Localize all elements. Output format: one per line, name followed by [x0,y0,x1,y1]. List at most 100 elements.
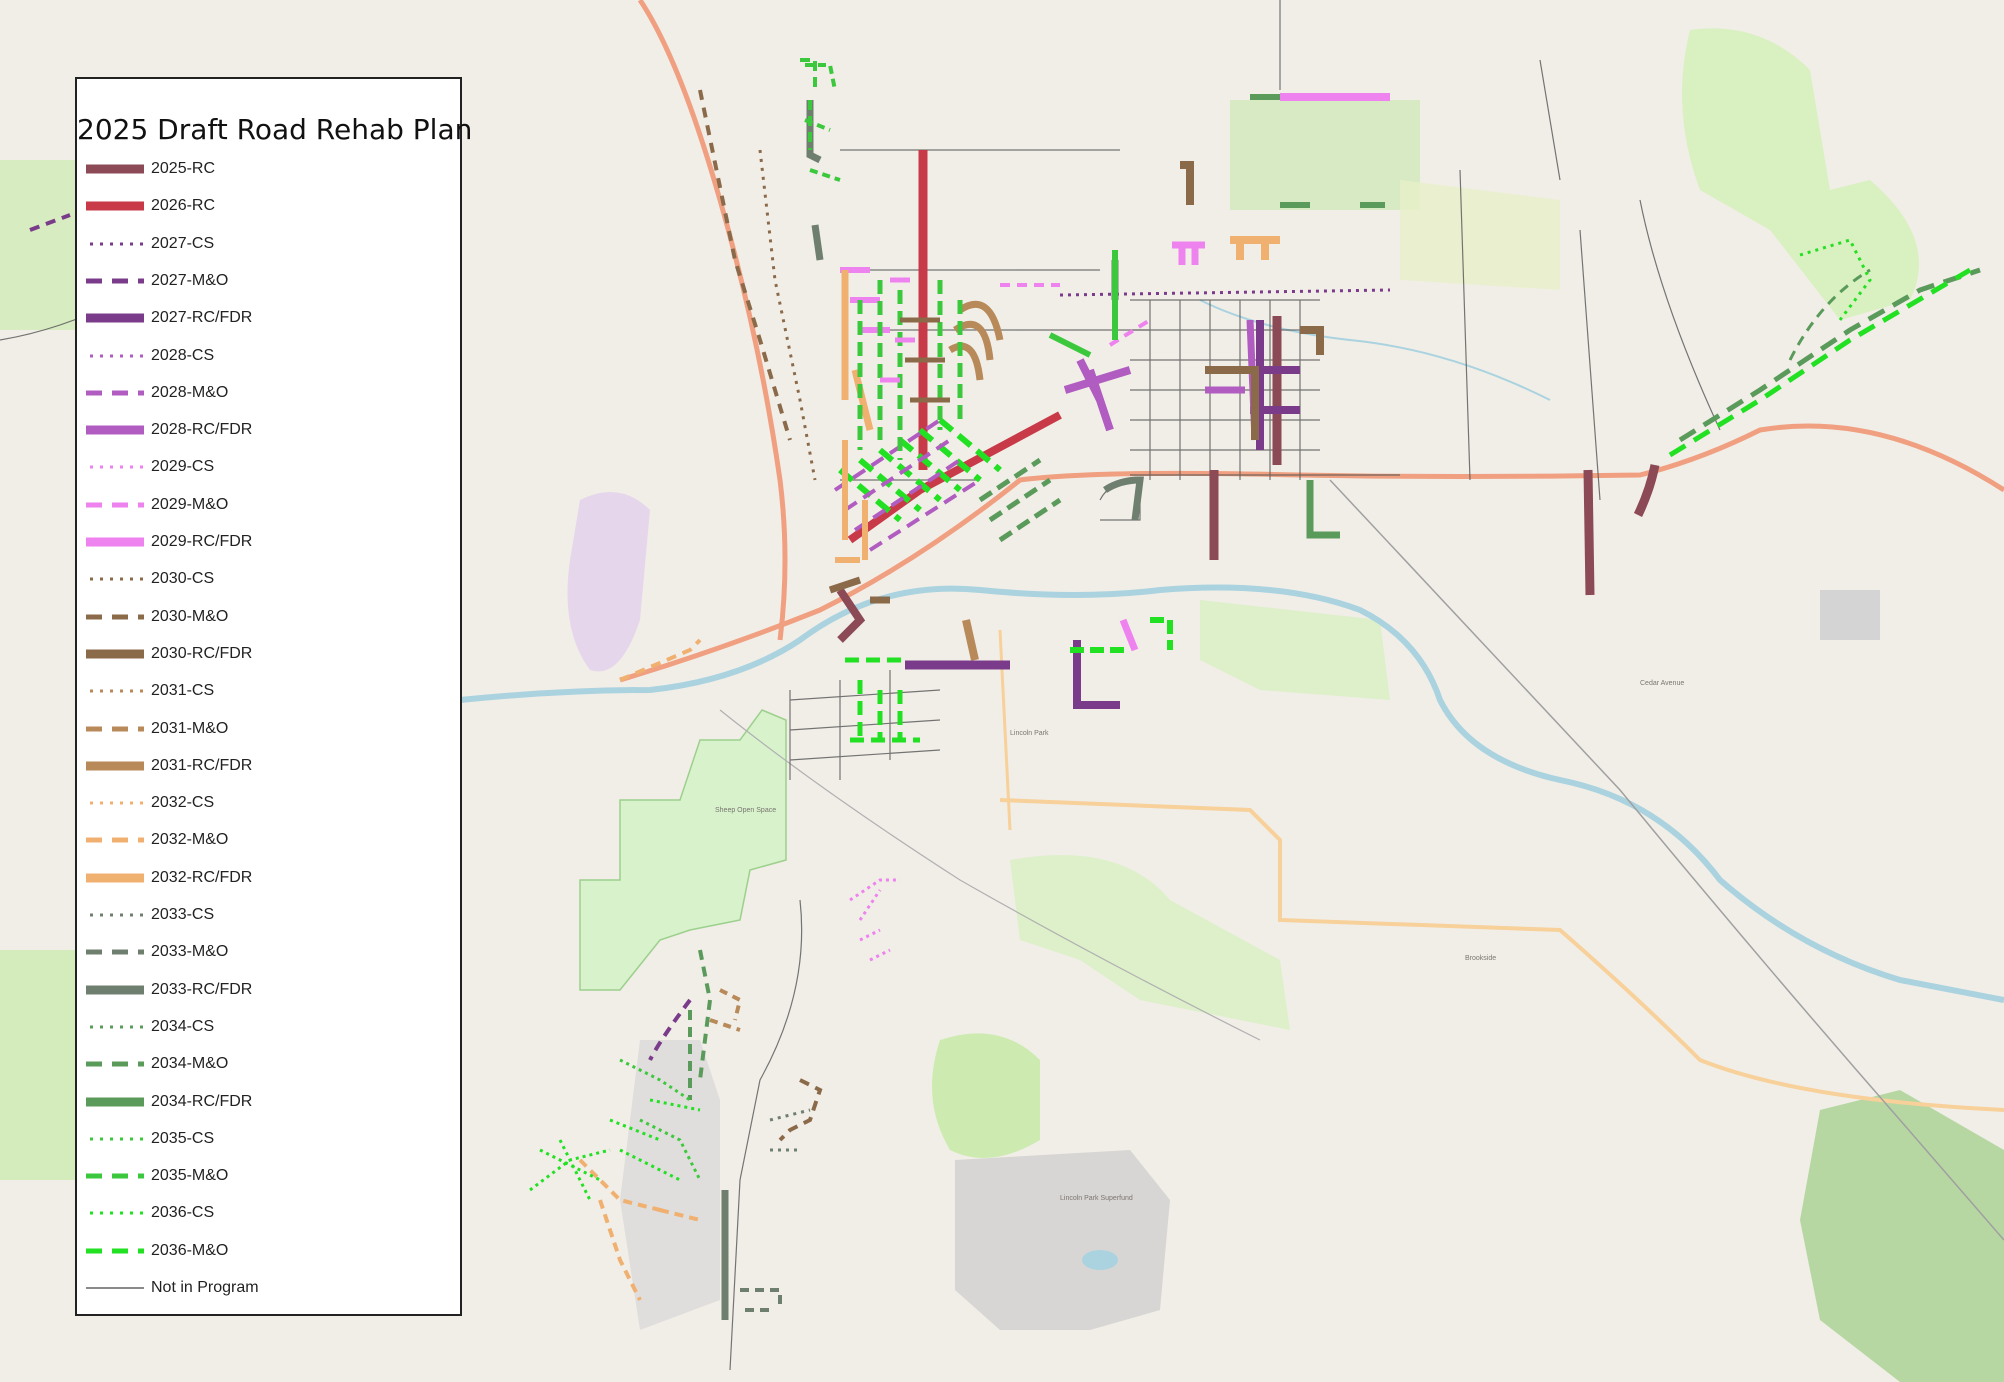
legend-label: 2031-RC/FDR [151,756,253,774]
map-label: Lincoln Park [1010,730,1049,737]
legend-item: 2030-RC/FDR [77,640,460,668]
legend-swatch [90,913,144,917]
segment-2025-rc[interactable] [1583,469,1595,596]
legend-label: 2027-CS [151,234,215,252]
legend-swatch [86,390,144,396]
map-label: Cedar Avenue [1640,680,1684,687]
segment-2031-mo[interactable] [709,988,743,1032]
legend-item: 2029-RC/FDR [77,528,460,556]
legend-label: 2034-M&O [151,1055,229,1073]
downtown-grid-lime-3[interactable] [804,63,841,182]
legend-label: 2029-CS [151,458,215,476]
legend-item: 2027-RC/FDR [77,304,460,332]
legend-swatch [86,726,144,731]
highway-north-south [637,0,788,641]
downtown-grid-lime-2[interactable] [845,657,920,743]
map-label: Brookside [1465,955,1496,962]
map-label: Sheep Open Space [715,807,776,814]
legend-item: 2028-RC/FDR [77,416,460,444]
legend-label: Not in Program [151,1279,259,1296]
legend-item: 2028-M&O [77,379,460,407]
park-area-northwest [0,160,75,330]
legend-label: 2027-RC/FDR [151,309,253,327]
legend-item: 2030-CS [77,565,460,593]
legend-item: 2031-M&O [77,715,460,743]
segment-2035-mo[interactable] [1048,250,1118,358]
legend-item: 2036-M&O [77,1237,460,1265]
legend-item: 2035-CS [77,1125,460,1153]
legend-label: 2032-M&O [151,831,229,849]
legend-swatch [90,689,144,693]
legend-swatch [86,1287,144,1289]
segment-2030-rcfdr[interactable] [1300,326,1324,355]
segment-2030-mo[interactable] [778,1078,823,1142]
segment-2029-mo[interactable] [1000,283,1152,347]
street-line [789,670,891,780]
segment-2030-mo[interactable] [698,89,792,441]
legend-label: 2034-CS [151,1017,215,1035]
legend-label: 2036-M&O [151,1241,229,1259]
legend-item: Not in Program [77,1274,460,1302]
legend-item: 2031-CS [77,677,460,705]
park-area-northeast [1682,28,1919,320]
legend-swatch [86,1173,144,1179]
segment-2029-rcfdr[interactable] [1172,241,1205,265]
legend-label: 2030-RC/FDR [151,644,253,662]
segment-2032-rcfdr[interactable] [1230,236,1280,260]
segment-2029-rcfdr[interactable] [1119,618,1139,652]
legend-swatch [86,837,144,843]
legend-label: 2031-CS [151,682,215,700]
legend-label: 2033-RC/FDR [151,980,253,998]
legend-swatch [90,801,144,805]
legend-swatch [86,201,144,211]
segment-2027-cs[interactable] [1059,288,1391,297]
legend-swatch [90,242,144,246]
downtown-grid-green[interactable] [857,280,963,460]
segment-2034-rcfdr[interactable] [1306,480,1340,539]
legend-item: 2025-RC [77,155,460,183]
legend-item: 2032-RC/FDR [77,864,460,892]
legend-swatch [86,761,144,771]
greenspace-north [1230,100,1420,210]
segment-2031-rcfdr[interactable] [962,619,979,661]
legend-item: 2035-M&O [77,1162,460,1190]
map-label: Lincoln Park Superfund [1060,1195,1133,1202]
street-line [729,899,803,1371]
legend-label: 2028-CS [151,346,215,364]
legend-swatch [86,537,144,547]
downtown-grid-orange[interactable] [835,440,868,563]
legend-title: 2025 Draft Road Rehab Plan [77,113,473,146]
legend-swatch [86,985,144,995]
legend-swatch [86,614,144,620]
segment-2028-rcfdr[interactable] [1205,319,1259,441]
legend-swatch [90,1137,144,1141]
legend-label: 2035-M&O [151,1167,229,1185]
park-area-south [932,1033,1040,1158]
legend-label: 2029-M&O [151,495,229,513]
greenspace-northeast-2 [1400,180,1560,290]
legend-item: 2028-CS [77,342,460,370]
street-line [789,689,941,761]
legend-swatch [86,1248,144,1254]
legend-label: 2033-CS [151,906,215,923]
segment-2029-cs[interactable] [849,878,900,962]
legend-item: 2027-CS [77,230,460,258]
legend-item: 2032-CS [77,789,460,817]
legend-label: 2026-RC [151,197,216,215]
legend-label: 2031-M&O [151,719,229,737]
legend-swatch [86,425,144,435]
segment-2033-mo[interactable] [740,1288,782,1312]
legend-item: 2031-RC/FDR [77,752,460,780]
legend-label: 2034-RC/FDR [151,1092,253,1110]
open-space-west [579,709,787,991]
legend-swatch [90,1211,144,1215]
legend-label: 2025-RC [151,160,216,177]
legend-item: 2034-RC/FDR [77,1088,460,1116]
legend-swatch [86,502,144,508]
legend-swatch [86,649,144,659]
segment-2028-rcfdr[interactable] [1063,358,1132,432]
legend-label: 2027-M&O [151,271,229,289]
legend-swatch [90,465,144,469]
segment-2033-rcfdr[interactable] [1103,476,1144,521]
segment-2036-mo[interactable] [1070,617,1173,653]
